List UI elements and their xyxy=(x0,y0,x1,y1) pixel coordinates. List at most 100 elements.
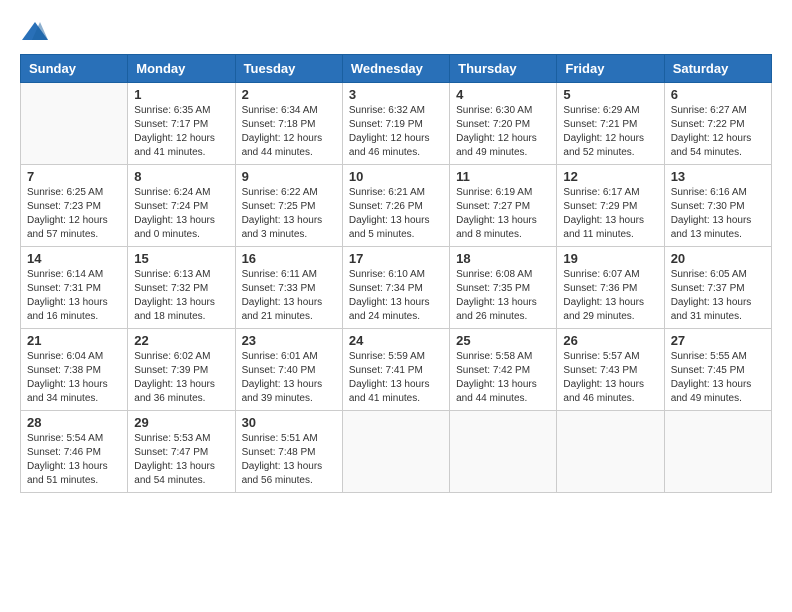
calendar-cell: 6Sunrise: 6:27 AM Sunset: 7:22 PM Daylig… xyxy=(664,83,771,165)
day-of-week-header: Friday xyxy=(557,55,664,83)
calendar-cell: 10 Sunrise: 6:21 AM Sunset: 7:26 PM Dayli… xyxy=(342,165,449,247)
day-of-week-header: Wednesday xyxy=(342,55,449,83)
calendar-cell: 24 Sunrise: 5:59 AM Sunset: 7:41 PM Dayli… xyxy=(342,329,449,411)
calendar-cell: 4 Sunrise: 6:30 AM Sunset: 7:20 PM Daylig… xyxy=(450,83,557,165)
day-info: Sunrise: 5:57 AM Sunset: 7:43 PM Dayligh… xyxy=(563,350,657,406)
day-number: 26 xyxy=(563,333,657,348)
day-number: 1 xyxy=(134,87,228,102)
day-of-week-header: Saturday xyxy=(664,55,771,83)
calendar-cell: 18Sunrise: 6:08 AM Sunset: 7:35 PM Dayli… xyxy=(450,247,557,329)
calendar-header-row: SundayMondayTuesdayWednesdayThursdayFrid… xyxy=(21,55,772,83)
day-number: 21 xyxy=(27,333,121,348)
calendar-cell xyxy=(21,83,128,165)
day-info: Sunrise: 6:14 AM Sunset: 7:31 PM Dayligh… xyxy=(27,268,121,324)
day-number: 10 xyxy=(349,169,443,184)
calendar-cell: 30 Sunrise: 5:51 AM Sunset: 7:48 PM Dayli… xyxy=(235,411,342,493)
calendar-cell: 29 Sunrise: 5:53 AM Sunset: 7:47 PM Dayli… xyxy=(128,411,235,493)
day-number: 24 xyxy=(349,333,443,348)
day-info: Sunrise: 6:10 AM Sunset: 7:34 PM Dayligh… xyxy=(349,268,443,324)
day-info: Sunrise: 6:01 AM Sunset: 7:40 PM Dayligh… xyxy=(242,350,336,406)
calendar-week-row: 28Sunrise: 5:54 AM Sunset: 7:46 PM Dayli… xyxy=(21,411,772,493)
calendar-cell xyxy=(342,411,449,493)
day-info: Sunrise: 6:22 AM Sunset: 7:25 PM Dayligh… xyxy=(242,186,336,242)
day-number: 28 xyxy=(27,415,121,430)
page-header xyxy=(20,20,772,44)
day-number: 9 xyxy=(242,169,336,184)
day-number: 14 xyxy=(27,251,121,266)
calendar-cell: 5Sunrise: 6:29 AM Sunset: 7:21 PM Daylig… xyxy=(557,83,664,165)
calendar-cell: 1 Sunrise: 6:35 AM Sunset: 7:17 PM Daylig… xyxy=(128,83,235,165)
day-info: Sunrise: 6:24 AM Sunset: 7:24 PM Dayligh… xyxy=(134,186,228,242)
day-number: 25 xyxy=(456,333,550,348)
day-of-week-header: Tuesday xyxy=(235,55,342,83)
calendar-cell: 9 Sunrise: 6:22 AM Sunset: 7:25 PM Daylig… xyxy=(235,165,342,247)
calendar-cell: 21Sunrise: 6:04 AM Sunset: 7:38 PM Dayli… xyxy=(21,329,128,411)
day-info: Sunrise: 5:51 AM Sunset: 7:48 PM Dayligh… xyxy=(242,432,336,488)
day-info: Sunrise: 6:30 AM Sunset: 7:20 PM Dayligh… xyxy=(456,104,550,160)
logo-icon xyxy=(20,20,50,44)
day-info: Sunrise: 6:13 AM Sunset: 7:32 PM Dayligh… xyxy=(134,268,228,324)
logo xyxy=(20,20,54,44)
calendar-cell: 23 Sunrise: 6:01 AM Sunset: 7:40 PM Dayli… xyxy=(235,329,342,411)
calendar-cell: 7 Sunrise: 6:25 AM Sunset: 7:23 PM Daylig… xyxy=(21,165,128,247)
day-info: Sunrise: 6:07 AM Sunset: 7:36 PM Dayligh… xyxy=(563,268,657,324)
calendar-cell: 22Sunrise: 6:02 AM Sunset: 7:39 PM Dayli… xyxy=(128,329,235,411)
day-number: 18 xyxy=(456,251,550,266)
calendar-cell: 19 Sunrise: 6:07 AM Sunset: 7:36 PM Dayli… xyxy=(557,247,664,329)
day-number: 15 xyxy=(134,251,228,266)
calendar-cell: 2 Sunrise: 6:34 AM Sunset: 7:18 PM Daylig… xyxy=(235,83,342,165)
calendar-cell: 25 Sunrise: 5:58 AM Sunset: 7:42 PM Dayli… xyxy=(450,329,557,411)
calendar-cell: 13 Sunrise: 6:16 AM Sunset: 7:30 PM Dayli… xyxy=(664,165,771,247)
calendar-cell: 16Sunrise: 6:11 AM Sunset: 7:33 PM Dayli… xyxy=(235,247,342,329)
day-of-week-header: Monday xyxy=(128,55,235,83)
calendar-cell xyxy=(557,411,664,493)
day-info: Sunrise: 5:59 AM Sunset: 7:41 PM Dayligh… xyxy=(349,350,443,406)
calendar-cell xyxy=(664,411,771,493)
day-number: 29 xyxy=(134,415,228,430)
calendar-week-row: 14 Sunrise: 6:14 AM Sunset: 7:31 PM Dayli… xyxy=(21,247,772,329)
day-info: Sunrise: 6:34 AM Sunset: 7:18 PM Dayligh… xyxy=(242,104,336,160)
calendar-cell: 15 Sunrise: 6:13 AM Sunset: 7:32 PM Dayli… xyxy=(128,247,235,329)
day-info: Sunrise: 5:58 AM Sunset: 7:42 PM Dayligh… xyxy=(456,350,550,406)
day-info: Sunrise: 6:17 AM Sunset: 7:29 PM Dayligh… xyxy=(563,186,657,242)
day-info: Sunrise: 6:35 AM Sunset: 7:17 PM Dayligh… xyxy=(134,104,228,160)
day-number: 13 xyxy=(671,169,765,184)
calendar-cell: 11 Sunrise: 6:19 AM Sunset: 7:27 PM Dayli… xyxy=(450,165,557,247)
calendar-week-row: 7 Sunrise: 6:25 AM Sunset: 7:23 PM Daylig… xyxy=(21,165,772,247)
calendar-cell: 17Sunrise: 6:10 AM Sunset: 7:34 PM Dayli… xyxy=(342,247,449,329)
day-info: Sunrise: 6:05 AM Sunset: 7:37 PM Dayligh… xyxy=(671,268,765,324)
day-info: Sunrise: 6:25 AM Sunset: 7:23 PM Dayligh… xyxy=(27,186,121,242)
day-number: 30 xyxy=(242,415,336,430)
day-info: Sunrise: 6:21 AM Sunset: 7:26 PM Dayligh… xyxy=(349,186,443,242)
calendar-week-row: 1 Sunrise: 6:35 AM Sunset: 7:17 PM Daylig… xyxy=(21,83,772,165)
calendar-cell: 28Sunrise: 5:54 AM Sunset: 7:46 PM Dayli… xyxy=(21,411,128,493)
day-info: Sunrise: 5:53 AM Sunset: 7:47 PM Dayligh… xyxy=(134,432,228,488)
calendar-week-row: 21Sunrise: 6:04 AM Sunset: 7:38 PM Dayli… xyxy=(21,329,772,411)
day-info: Sunrise: 6:29 AM Sunset: 7:21 PM Dayligh… xyxy=(563,104,657,160)
day-number: 19 xyxy=(563,251,657,266)
day-number: 23 xyxy=(242,333,336,348)
day-info: Sunrise: 6:32 AM Sunset: 7:19 PM Dayligh… xyxy=(349,104,443,160)
day-number: 4 xyxy=(456,87,550,102)
calendar-cell: 20 Sunrise: 6:05 AM Sunset: 7:37 PM Dayli… xyxy=(664,247,771,329)
day-number: 3 xyxy=(349,87,443,102)
day-number: 27 xyxy=(671,333,765,348)
day-number: 2 xyxy=(242,87,336,102)
day-of-week-header: Thursday xyxy=(450,55,557,83)
calendar-cell: 14 Sunrise: 6:14 AM Sunset: 7:31 PM Dayli… xyxy=(21,247,128,329)
day-number: 16 xyxy=(242,251,336,266)
calendar-cell: 8 Sunrise: 6:24 AM Sunset: 7:24 PM Daylig… xyxy=(128,165,235,247)
day-number: 11 xyxy=(456,169,550,184)
day-number: 20 xyxy=(671,251,765,266)
day-info: Sunrise: 6:27 AM Sunset: 7:22 PM Dayligh… xyxy=(671,104,765,160)
day-info: Sunrise: 6:02 AM Sunset: 7:39 PM Dayligh… xyxy=(134,350,228,406)
day-number: 7 xyxy=(27,169,121,184)
day-info: Sunrise: 6:16 AM Sunset: 7:30 PM Dayligh… xyxy=(671,186,765,242)
day-number: 8 xyxy=(134,169,228,184)
day-of-week-header: Sunday xyxy=(21,55,128,83)
calendar-cell: 27Sunrise: 5:55 AM Sunset: 7:45 PM Dayli… xyxy=(664,329,771,411)
calendar-cell: 12Sunrise: 6:17 AM Sunset: 7:29 PM Dayli… xyxy=(557,165,664,247)
day-info: Sunrise: 6:19 AM Sunset: 7:27 PM Dayligh… xyxy=(456,186,550,242)
calendar-cell: 26 Sunrise: 5:57 AM Sunset: 7:43 PM Dayli… xyxy=(557,329,664,411)
calendar-table: SundayMondayTuesdayWednesdayThursdayFrid… xyxy=(20,54,772,493)
